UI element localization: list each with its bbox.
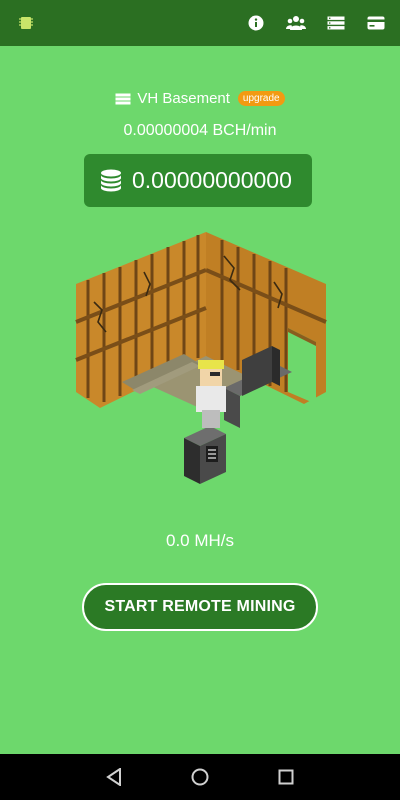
server-list-icon[interactable] <box>324 11 348 35</box>
coins-icon <box>101 169 121 191</box>
android-nav-bar <box>0 754 400 800</box>
card-icon[interactable] <box>364 11 388 35</box>
users-icon[interactable] <box>284 11 308 35</box>
start-remote-mining-button[interactable]: START REMOTE MINING <box>82 583 318 631</box>
location-name: VH Basement <box>137 90 230 107</box>
toolbar-actions <box>244 11 388 35</box>
server-icon <box>115 93 131 104</box>
back-icon[interactable] <box>104 767 124 787</box>
home-icon[interactable] <box>190 767 210 787</box>
basement-room-illustration <box>75 232 327 484</box>
mining-screen: VH Basement upgrade 0.00000004 BCH/min 0… <box>0 46 400 754</box>
mining-rate: 0.00000004 BCH/min <box>123 122 277 139</box>
recents-icon[interactable] <box>276 767 296 787</box>
app-toolbar <box>0 0 400 46</box>
chip-icon[interactable] <box>14 11 38 35</box>
info-icon[interactable] <box>244 11 268 35</box>
balance-value: 0.00000000000 <box>132 167 292 193</box>
upgrade-badge[interactable]: upgrade <box>237 91 285 106</box>
hashrate-value: 0.0 MH/s <box>165 531 235 550</box>
balance-display: 0.00000000000 <box>84 154 312 207</box>
location-row: VH Basement upgrade <box>0 90 400 107</box>
